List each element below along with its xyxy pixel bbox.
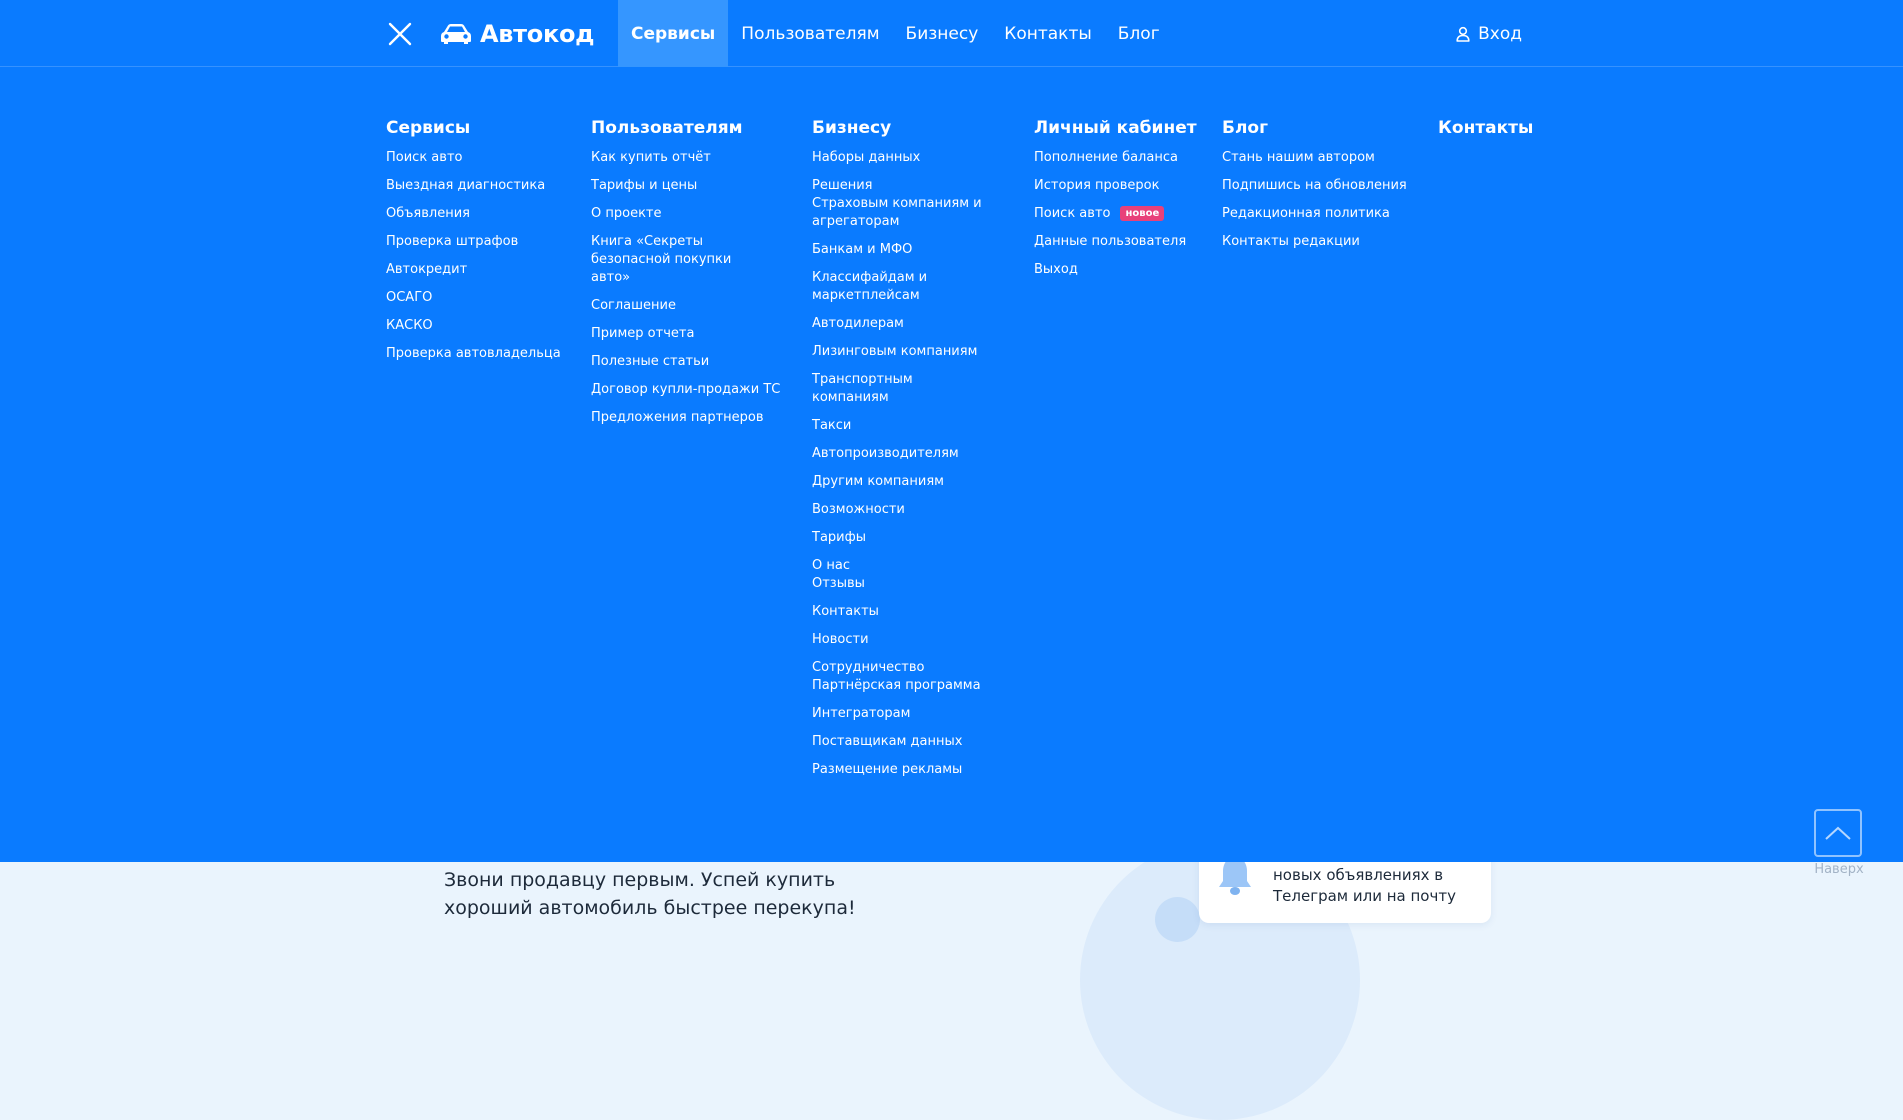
menu-column-account: Личный кабинет Пополнение баланса Истори… [1034,117,1197,289]
chevron-up-icon [1825,826,1851,840]
menu-link[interactable]: КАСКО [386,317,561,335]
subscription-text: новых объявлениях в Телеграм или на почт… [1273,865,1483,907]
menu-link[interactable]: Партнёрская программа [812,677,987,695]
menu-link[interactable]: Выход [1034,261,1197,279]
menu-link[interactable]: Договор купли-продажи ТС [591,381,781,399]
menu-link-label: Поиск авто [1034,206,1111,221]
subscription-line-2: Телеграм или на почту [1273,887,1456,905]
back-to-top-button[interactable] [1814,809,1862,857]
promo-text: Звони продавцу первым. Успей купить хоро… [444,866,864,922]
column-title: Бизнесу [812,118,892,138]
menu-link[interactable]: Транспортным компаниям [812,371,987,407]
close-icon [388,22,412,46]
menu-link-group: Решения Страховым компаниям и агрегатора… [812,177,987,231]
decorative-circle-small [1155,897,1200,942]
nav-contacts[interactable]: Контакты [991,0,1105,67]
menu-column-blog: Блог Стань нашим автором Подпишись на об… [1222,117,1407,261]
menu-link[interactable]: Проверка штрафов [386,233,561,251]
menu-link-group: О нас Отзывы [812,557,987,593]
menu-link[interactable]: Другим компаниям [812,473,987,491]
menu-link[interactable]: О нас [812,557,987,575]
menu-link[interactable]: Контакты редакции [1222,233,1407,251]
menu-link[interactable]: Пример отчета [591,325,781,343]
menu-link[interactable]: ОСАГО [386,289,561,307]
nav-blog[interactable]: Блог [1105,0,1173,67]
menu-link[interactable]: Объявления [386,205,561,223]
menu-link-group: Сотрудничество Партнёрская программа [812,659,987,695]
menu-link[interactable]: О проекте [591,205,781,223]
menu-link[interactable]: Проверка автовладельца [386,345,561,363]
column-title: Блог [1222,118,1268,138]
new-badge: новое [1120,206,1165,221]
menu-link[interactable]: Полезные статьи [591,353,781,371]
menu-link[interactable]: Классифайдам и маркетплейсам [812,269,932,305]
column-title[interactable]: Контакты [1438,117,1533,139]
menu-link[interactable]: Пополнение баланса [1034,149,1197,167]
logo-text: Автокод [480,20,595,48]
menu-link[interactable]: Контакты [812,603,987,621]
nav-services[interactable]: Сервисы [618,0,729,67]
menu-link[interactable]: Сотрудничество [812,659,987,677]
close-menu-button[interactable] [387,21,413,47]
menu-column-contacts: Контакты [1438,117,1533,149]
menu-link[interactable]: Книга «Секреты безопасной покупки авто» [591,233,766,287]
menu-link[interactable]: Данные пользователя [1034,233,1197,251]
menu-link[interactable]: Интеграторам [812,705,987,723]
menu-link[interactable]: Автокредит [386,261,561,279]
menu-link[interactable]: Размещение рекламы [812,761,987,779]
menu-link[interactable]: Редакционная политика [1222,205,1407,223]
menu-link[interactable]: Как купить отчёт [591,149,781,167]
mega-menu: Сервисы Поиск авто Выездная диагностика … [0,67,1903,862]
menu-link[interactable]: Выездная диагностика [386,177,561,195]
menu-link-with-badge[interactable]: Поиск авто новое [1034,205,1197,223]
top-header: Автокод Сервисы Пользователям Бизнесу Ко… [0,0,1903,67]
menu-link[interactable]: История проверок [1034,177,1197,195]
menu-column-services: Сервисы Поиск авто Выездная диагностика … [386,117,561,373]
menu-link[interactable]: Поиск авто [386,149,561,167]
subscription-line-1: новых объявлениях в [1273,866,1444,884]
menu-link[interactable]: Соглашение [591,297,781,315]
main-nav: Сервисы Пользователям Бизнесу Контакты Б… [618,0,1173,67]
menu-link[interactable]: Тарифы и цены [591,177,781,195]
back-to-top-label: Наверх [1814,862,1864,877]
menu-link[interactable]: Предложения партнеров [591,409,781,427]
column-title: Пользователям [591,118,743,138]
menu-link[interactable]: Автопроизводителям [812,445,987,463]
menu-column-business: Бизнесу Наборы данных Решения Страховым … [812,117,987,789]
menu-link[interactable]: Стань нашим автором [1222,149,1407,167]
menu-link[interactable]: Решения [812,177,987,195]
nav-users[interactable]: Пользователям [728,0,892,67]
menu-link[interactable]: Страховым компаниям и агрегаторам [812,195,987,231]
logo-link[interactable]: Автокод [440,18,595,50]
menu-link[interactable]: Тарифы [812,529,987,547]
login-button[interactable]: Вход [1456,0,1522,67]
column-title: Сервисы [386,118,471,138]
user-icon [1456,26,1470,42]
menu-link[interactable]: Новости [812,631,987,649]
menu-link[interactable]: Банкам и МФО [812,241,987,259]
menu-link[interactable]: Наборы данных [812,149,987,167]
login-label: Вход [1478,23,1522,44]
menu-link[interactable]: Поставщикам данных [812,733,987,751]
menu-link[interactable]: Автодилерам [812,315,987,333]
menu-link[interactable]: Лизинговым компаниям [812,343,987,361]
promo-line-1: Звони продавцу первым. Успей купить [444,869,836,891]
menu-link[interactable]: Возможности [812,501,987,519]
promo-line-2: хороший автомобиль быстрее перекупа! [444,897,856,919]
menu-link[interactable]: Подпишись на обновления [1222,177,1407,195]
nav-business[interactable]: Бизнесу [893,0,992,67]
menu-link[interactable]: Отзывы [812,575,987,593]
column-title: Личный кабинет [1034,118,1197,138]
menu-column-users: Пользователям Как купить отчёт Тарифы и … [591,117,781,437]
menu-link[interactable]: Такси [812,417,987,435]
car-logo-icon [441,24,471,44]
